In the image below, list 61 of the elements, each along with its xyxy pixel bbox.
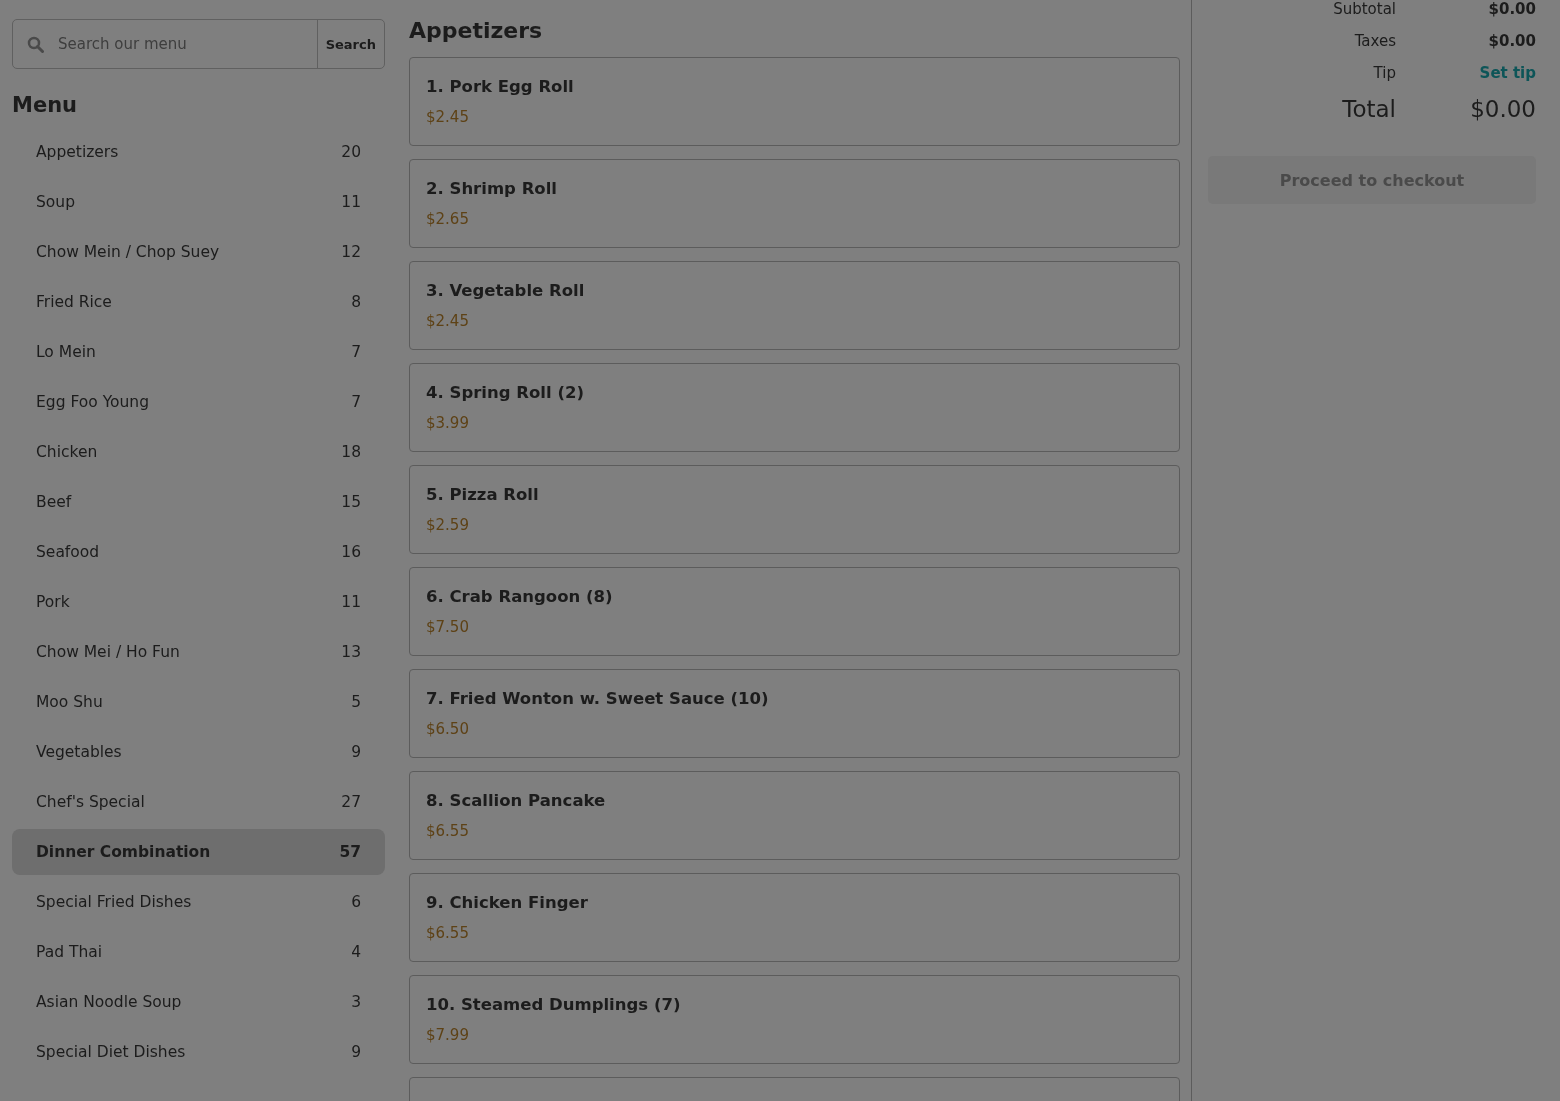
category-item[interactable]: Appetizers 20: [12, 129, 385, 175]
category-item[interactable]: Chow Mein / Chop Suey 12: [12, 229, 385, 275]
category-item[interactable]: Chow Mei / Ho Fun 13: [12, 629, 385, 675]
item-price: $6.55: [426, 822, 470, 840]
item-name: 3. Vegetable Roll: [426, 281, 586, 300]
menu-heading: Menu: [12, 93, 79, 117]
item-name: 4. Spring Roll (2): [426, 383, 585, 402]
menu-item-card[interactable]: 8. Scallion Pancake $6.55: [409, 771, 1180, 860]
category-item[interactable]: Fried Rice 8: [12, 279, 385, 325]
search-field[interactable]: Search our menu Search: [12, 19, 385, 69]
category-item[interactable]: Chicken 18: [12, 429, 385, 475]
menu-item-card[interactable]: 10. Steamed Dumplings (7) $7.99: [409, 975, 1180, 1064]
item-price: $6.50: [426, 720, 470, 738]
item-name: 7. Fried Wonton w. Sweet Sauce (10): [426, 689, 770, 708]
menu-item-card[interactable]: 6. Crab Rangoon (8) $7.50: [409, 567, 1180, 656]
item-price: $7.50: [426, 618, 470, 636]
category-item[interactable]: Lo Mein 7: [12, 329, 385, 375]
item-price: $2.45: [426, 312, 470, 330]
menu-item-card[interactable]: 3. Vegetable Roll $2.45: [409, 261, 1180, 350]
category-item[interactable]: Special Diet Dishes 9: [12, 1029, 385, 1075]
item-name: 8. Scallion Pancake: [426, 791, 607, 810]
summary-value: $0.00: [1487, 32, 1536, 50]
summary-label: Tip: [1372, 64, 1396, 82]
category-item[interactable]: Moo Shu 5: [12, 679, 385, 725]
category-item[interactable]: Seafood 16: [12, 529, 385, 575]
item-price: $3.99: [426, 414, 470, 432]
item-price: $2.65: [426, 210, 470, 228]
item-price: $7.99: [426, 1026, 470, 1044]
summary-value: $0.00: [1469, 96, 1536, 122]
category-item[interactable]: Soup 11: [12, 179, 385, 225]
category-item[interactable]: Egg Foo Young 7: [12, 379, 385, 425]
summary-label: Total: [1341, 96, 1396, 122]
menu-item-card[interactable]: 4. Spring Roll (2) $3.99: [409, 363, 1180, 452]
summary-label: Taxes: [1353, 32, 1396, 50]
category-item[interactable]: Chef's Special 27: [12, 779, 385, 825]
item-price: $6.55: [426, 924, 470, 942]
category-item[interactable]: Vegetables 9: [12, 729, 385, 775]
item-name: 6. Crab Rangoon (8): [426, 587, 614, 606]
item-name: 1. Pork Egg Roll: [426, 77, 575, 96]
item-name: 9. Chicken Finger: [426, 893, 589, 912]
item-name: 10. Steamed Dumplings (7): [426, 995, 682, 1014]
menu-item-card[interactable]: 1. Pork Egg Roll $2.45: [409, 57, 1180, 146]
item-price: $2.59: [426, 516, 470, 534]
search-button[interactable]: Search: [316, 20, 384, 68]
summary-value: $0.00: [1487, 0, 1536, 18]
category-item[interactable]: Pad Thai 4: [12, 929, 385, 975]
search-icon: [27, 35, 44, 53]
category-item[interactable]: Beef 15: [12, 479, 385, 525]
menu-item-card[interactable]: 2. Shrimp Roll $2.65: [409, 159, 1180, 248]
summary-label: Subtotal: [1332, 0, 1396, 18]
category-item[interactable]: Dinner Combination 57: [12, 829, 385, 875]
category-item[interactable]: Pork 11: [12, 579, 385, 625]
menu-item-card[interactable]: 9. Chicken Finger $6.55: [409, 873, 1180, 962]
category-item[interactable]: Special Fried Dishes 6: [12, 879, 385, 925]
section-heading: Appetizers: [409, 18, 544, 43]
item-name: 2. Shrimp Roll: [426, 179, 559, 198]
category-item[interactable]: Asian Noodle Soup 3: [12, 979, 385, 1025]
item-price: $2.45: [426, 108, 470, 126]
menu-item-card[interactable]: 5. Pizza Roll $2.59: [409, 465, 1180, 554]
menu-item-card[interactable]: 7. Fried Wonton w. Sweet Sauce (10) $6.50: [409, 669, 1180, 758]
item-name: 5. Pizza Roll: [426, 485, 540, 504]
